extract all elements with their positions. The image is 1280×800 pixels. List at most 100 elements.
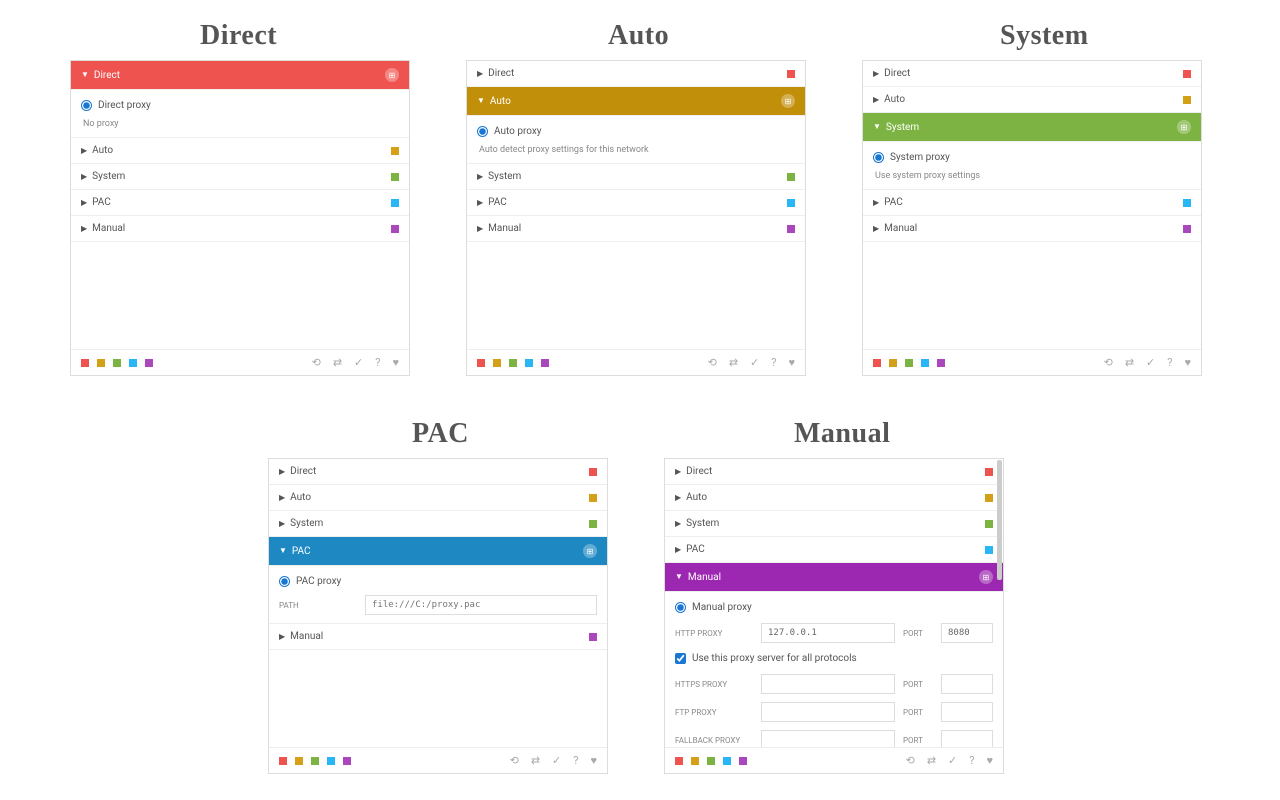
http-port-input[interactable] bbox=[941, 623, 993, 643]
accordion-header-auto[interactable]: ▶Auto bbox=[71, 138, 409, 164]
badge-icon: ⊞ bbox=[583, 544, 597, 558]
accordion-header-manual[interactable]: ▶Manual bbox=[269, 624, 607, 650]
accordion-header-manual[interactable]: ▶Manual bbox=[467, 216, 805, 242]
refresh-icon[interactable]: ⟲ bbox=[708, 356, 717, 369]
help-icon[interactable]: ? bbox=[573, 754, 578, 767]
accordion-header-direct[interactable]: ▶Direct bbox=[863, 61, 1201, 87]
accordion-header-direct[interactable]: ▼ Direct ⊞ bbox=[71, 61, 409, 90]
heart-icon[interactable]: ♥ bbox=[986, 754, 993, 767]
footer-tag-amber[interactable] bbox=[97, 359, 105, 367]
use-all-checkbox[interactable] bbox=[675, 653, 686, 664]
pac-proxy-radio[interactable] bbox=[279, 576, 290, 587]
refresh-icon[interactable]: ⟲ bbox=[510, 754, 519, 767]
footer-tag-blue[interactable] bbox=[723, 757, 731, 765]
swap-icon[interactable]: ⇄ bbox=[531, 754, 540, 767]
footer-tag-blue[interactable] bbox=[921, 359, 929, 367]
accordion-header-direct[interactable]: ▶Direct bbox=[269, 459, 607, 485]
accordion-header-direct[interactable]: ▶Direct bbox=[467, 61, 805, 87]
accordion-header-pac[interactable]: ▶PAC bbox=[467, 190, 805, 216]
heart-icon[interactable]: ♥ bbox=[1184, 356, 1191, 369]
footer-tag-red[interactable] bbox=[477, 359, 485, 367]
footer-tag-blue[interactable] bbox=[129, 359, 137, 367]
caret-right-icon: ▶ bbox=[279, 520, 285, 528]
fallback-proxy-input[interactable] bbox=[761, 730, 895, 747]
accordion-header-system[interactable]: ▶System bbox=[269, 511, 607, 537]
accordion-header-manual[interactable]: ▶Manual bbox=[863, 216, 1201, 242]
accordion-header-auto[interactable]: ▶Auto bbox=[665, 485, 1003, 511]
http-proxy-input[interactable] bbox=[761, 623, 895, 643]
footer-tag-green[interactable] bbox=[113, 359, 121, 367]
https-proxy-input[interactable] bbox=[761, 674, 895, 694]
footer-tag-amber[interactable] bbox=[493, 359, 501, 367]
footer-tag-purple[interactable] bbox=[937, 359, 945, 367]
footer-tag-red[interactable] bbox=[675, 757, 683, 765]
footer-tag-purple[interactable] bbox=[343, 757, 351, 765]
manual-proxy-radio[interactable] bbox=[675, 602, 686, 613]
accordion-header-manual[interactable]: ▼Manual ⊞ bbox=[665, 563, 1003, 592]
accordion-label: System bbox=[488, 171, 521, 182]
footer-tag-green[interactable] bbox=[311, 757, 319, 765]
refresh-icon[interactable]: ⟲ bbox=[312, 356, 321, 369]
heart-icon[interactable]: ♥ bbox=[392, 356, 399, 369]
accordion-header-manual[interactable]: ▶Manual bbox=[71, 216, 409, 242]
accordion-header-auto[interactable]: ▶Auto bbox=[269, 485, 607, 511]
footer-tag-purple[interactable] bbox=[541, 359, 549, 367]
swap-icon[interactable]: ⇄ bbox=[927, 754, 936, 767]
accordion-header-system[interactable]: ▶System bbox=[665, 511, 1003, 537]
check-icon[interactable]: ✓ bbox=[354, 356, 363, 369]
footer-tag-amber[interactable] bbox=[691, 757, 699, 765]
swap-icon[interactable]: ⇄ bbox=[729, 356, 738, 369]
pac-path-input[interactable] bbox=[365, 595, 597, 615]
help-icon[interactable]: ? bbox=[771, 356, 776, 369]
check-icon[interactable]: ✓ bbox=[552, 754, 561, 767]
check-icon[interactable]: ✓ bbox=[750, 356, 759, 369]
refresh-icon[interactable]: ⟲ bbox=[1104, 356, 1113, 369]
accordion-header-system[interactable]: ▼System ⊞ bbox=[863, 113, 1201, 142]
footer-tag-green[interactable] bbox=[509, 359, 517, 367]
footer-tag-red[interactable] bbox=[81, 359, 89, 367]
heart-icon[interactable]: ♥ bbox=[590, 754, 597, 767]
system-desc: Use system proxy settings bbox=[873, 171, 1191, 181]
footer-tag-red[interactable] bbox=[873, 359, 881, 367]
accordion-header-pac[interactable]: ▼PAC ⊞ bbox=[269, 537, 607, 566]
footer-tag-purple[interactable] bbox=[739, 757, 747, 765]
footer-tag-purple[interactable] bbox=[145, 359, 153, 367]
direct-proxy-radio[interactable] bbox=[81, 100, 92, 111]
auto-proxy-radio[interactable] bbox=[477, 126, 488, 137]
heart-icon[interactable]: ♥ bbox=[788, 356, 795, 369]
scrollbar-thumb[interactable] bbox=[997, 460, 1002, 580]
footer-tag-red[interactable] bbox=[279, 757, 287, 765]
tag-icon-green bbox=[589, 520, 597, 528]
ftp-port-input[interactable] bbox=[941, 702, 993, 722]
help-icon[interactable]: ? bbox=[1167, 356, 1172, 369]
footer-tag-green[interactable] bbox=[905, 359, 913, 367]
footer-tag-green[interactable] bbox=[707, 757, 715, 765]
footer-tag-amber[interactable] bbox=[889, 359, 897, 367]
swap-icon[interactable]: ⇄ bbox=[333, 356, 342, 369]
help-icon[interactable]: ? bbox=[375, 356, 380, 369]
help-icon[interactable]: ? bbox=[969, 754, 974, 767]
check-icon[interactable]: ✓ bbox=[1146, 356, 1155, 369]
footer-tag-amber[interactable] bbox=[295, 757, 303, 765]
refresh-icon[interactable]: ⟲ bbox=[906, 754, 915, 767]
panel-pac: ▶Direct ▶Auto ▶System ▼PAC ⊞ PAC proxy P… bbox=[268, 458, 608, 774]
https-port-input[interactable] bbox=[941, 674, 993, 694]
accordion-header-pac[interactable]: ▶PAC bbox=[863, 190, 1201, 216]
accordion-header-direct[interactable]: ▶Direct bbox=[665, 459, 1003, 485]
accordion-header-pac[interactable]: ▶PAC bbox=[665, 537, 1003, 563]
footer-tag-blue[interactable] bbox=[327, 757, 335, 765]
accordion-header-pac[interactable]: ▶PAC bbox=[71, 190, 409, 216]
system-proxy-radio[interactable] bbox=[873, 152, 884, 163]
accordion-header-system[interactable]: ▶System bbox=[71, 164, 409, 190]
accordion-header-auto[interactable]: ▼Auto ⊞ bbox=[467, 87, 805, 116]
check-icon[interactable]: ✓ bbox=[948, 754, 957, 767]
footer-tag-blue[interactable] bbox=[525, 359, 533, 367]
caret-right-icon: ▶ bbox=[279, 468, 285, 476]
caret-right-icon: ▶ bbox=[675, 520, 681, 528]
accordion-header-auto[interactable]: ▶Auto bbox=[863, 87, 1201, 113]
ftp-proxy-input[interactable] bbox=[761, 702, 895, 722]
accordion-header-system[interactable]: ▶System bbox=[467, 164, 805, 190]
swap-icon[interactable]: ⇄ bbox=[1125, 356, 1134, 369]
fallback-port-input[interactable] bbox=[941, 730, 993, 747]
accordion-label: Auto bbox=[92, 145, 113, 156]
